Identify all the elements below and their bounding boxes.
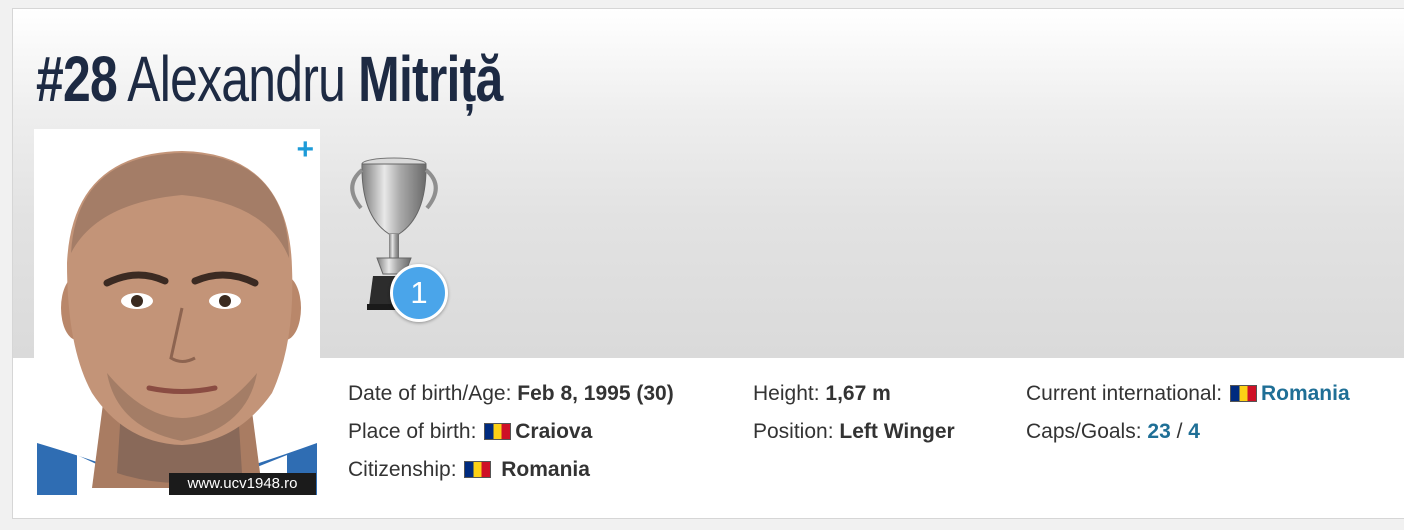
citizenship-row: Citizenship: Romania [348, 451, 674, 489]
international-details: Current international: Romania Caps/Goal… [1026, 375, 1350, 451]
player-header-card: #28 Alexandru Mitriță + www.ucv1948.ro 1… [12, 8, 1404, 519]
position-value: Left Winger [839, 420, 955, 443]
dob-value: Feb 8, 1995 (30) [517, 382, 674, 405]
height-label: Height: [753, 382, 820, 405]
personal-details: Date of birth/Age: Feb 8, 1995 (30) Plac… [348, 375, 674, 489]
position-row: Position: Left Winger [753, 413, 955, 451]
international-label: Current international: [1026, 382, 1223, 405]
player-photo[interactable]: + www.ucv1948.ro [34, 129, 320, 495]
trophy-count-badge[interactable]: 1 [390, 264, 448, 322]
romania-flag-icon [464, 461, 492, 478]
international-row: Current international: Romania [1026, 375, 1350, 413]
photo-credit: www.ucv1948.ro [169, 473, 316, 495]
position-label: Position: [753, 420, 834, 443]
caps-row: Caps/Goals: 23 / 4 [1026, 413, 1350, 451]
last-name: Mitriță [358, 43, 503, 115]
romania-flag-icon [484, 423, 512, 440]
dob-row: Date of birth/Age: Feb 8, 1995 (30) [348, 375, 674, 413]
player-portrait [37, 151, 317, 495]
physical-details: Height: 1,67 m Position: Left Winger [753, 375, 955, 451]
caps-label: Caps/Goals: [1026, 420, 1142, 443]
goals-link[interactable]: 4 [1188, 420, 1200, 443]
player-title: #28 Alexandru Mitriță [36, 39, 503, 119]
caps-separator: / [1176, 420, 1183, 443]
citizenship-label: Citizenship: [348, 458, 457, 481]
international-team-link[interactable]: Romania [1261, 382, 1350, 405]
caps-link[interactable]: 23 [1147, 420, 1170, 443]
first-name: Alexandru [127, 43, 346, 115]
height-value: 1,67 m [825, 382, 891, 405]
height-row: Height: 1,67 m [753, 375, 955, 413]
pob-row: Place of birth: Craiova [348, 413, 674, 451]
pob-label: Place of birth: [348, 420, 477, 443]
romania-flag-icon [1229, 385, 1257, 402]
plus-icon[interactable]: + [296, 135, 314, 165]
citizenship-value: Romania [501, 458, 590, 481]
shirt-number: #28 [36, 43, 118, 115]
pob-value: Craiova [515, 420, 593, 443]
dob-label: Date of birth/Age: [348, 382, 512, 405]
